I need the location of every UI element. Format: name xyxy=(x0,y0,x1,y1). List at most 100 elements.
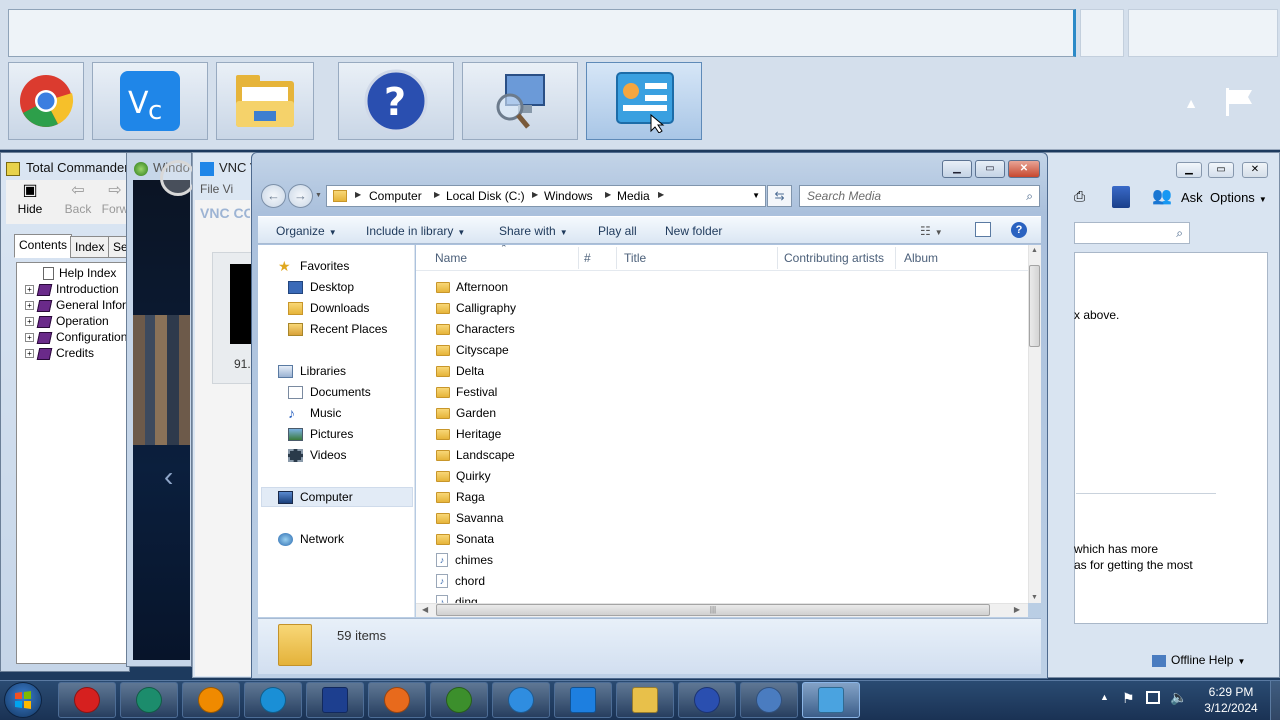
search-input[interactable]: Search Media xyxy=(807,189,881,203)
print-icon[interactable]: ⎙ xyxy=(1074,188,1094,208)
folder-row[interactable]: Raga xyxy=(436,487,485,507)
preview-tile-control[interactable] xyxy=(586,62,702,140)
scroll-right-icon[interactable]: ▶ xyxy=(1014,605,1020,614)
taskbar-button-save[interactable] xyxy=(306,682,364,718)
search-icon[interactable]: ⌕ xyxy=(1176,226,1183,241)
network-status-icon[interactable] xyxy=(1146,691,1160,704)
scroll-down-icon[interactable]: ▼ xyxy=(1031,594,1038,601)
play-all-button[interactable]: Play all xyxy=(598,224,637,238)
column-divider[interactable] xyxy=(616,247,617,269)
taskbar-button-opera[interactable] xyxy=(58,682,116,718)
organize-menu[interactable]: Organize ▼ xyxy=(276,224,337,238)
tree-item-credits[interactable]: + Credits xyxy=(25,346,94,362)
system-clock[interactable]: 6:29 PM 3/12/2024 xyxy=(1194,684,1268,718)
folder-row[interactable]: Savanna xyxy=(436,508,503,528)
tab-contents[interactable]: Contents xyxy=(14,234,73,258)
folder-row[interactable]: Calligraphy xyxy=(436,298,516,318)
breadcrumb-local-disk[interactable]: Local Disk (C:) xyxy=(446,189,525,203)
taskbar-button-help[interactable] xyxy=(678,682,736,718)
taskbar-button-edge[interactable] xyxy=(244,682,302,718)
taskbar-button-remote[interactable] xyxy=(740,682,798,718)
nav-documents[interactable]: Documents xyxy=(288,383,371,401)
help-search-input[interactable]: ⌕ xyxy=(1074,222,1190,244)
taskbar-button-explorer[interactable] xyxy=(616,682,674,718)
vnc-menu-bar[interactable]: File Vi xyxy=(200,182,254,198)
folder-row[interactable]: Quirky xyxy=(436,466,491,486)
nav-downloads[interactable]: Downloads xyxy=(288,299,369,317)
view-options-icon[interactable]: ☷ ▼ xyxy=(920,224,943,238)
breadcrumb-windows[interactable]: Windows xyxy=(544,189,593,203)
preview-pane-icon[interactable] xyxy=(975,222,991,237)
minimize-button[interactable]: ▁ xyxy=(942,160,972,178)
taskbar-button-firefox[interactable] xyxy=(368,682,426,718)
expand-icon[interactable]: + xyxy=(25,285,34,295)
folder-row[interactable]: Garden xyxy=(436,403,496,423)
breadcrumb-separator-icon[interactable]: ▶ xyxy=(355,190,361,199)
share-with-menu[interactable]: Share with ▼ xyxy=(499,224,568,238)
ask-button[interactable]: Ask xyxy=(1181,190,1207,206)
audio-file-row[interactable]: ♪ ding xyxy=(436,592,478,603)
column-name[interactable]: Name xyxy=(435,251,467,265)
preview-tile-explorer[interactable] xyxy=(216,62,314,140)
folder-row[interactable]: Cityscape xyxy=(436,340,509,360)
column-number[interactable]: # xyxy=(584,251,591,265)
search-box[interactable]: Search Media ⌕ xyxy=(799,185,1040,207)
column-divider[interactable] xyxy=(895,247,896,269)
nav-computer[interactable]: Computer xyxy=(278,488,353,506)
show-desktop-button[interactable] xyxy=(1270,681,1280,720)
include-in-library-menu[interactable]: Include in library ▼ xyxy=(366,224,465,238)
nav-network[interactable]: Network xyxy=(278,530,344,548)
audio-file-row[interactable]: ♪ chimes xyxy=(436,550,493,570)
action-center-flag-icon[interactable]: ⚑ xyxy=(1122,690,1135,707)
forward-arrow-icon[interactable]: → xyxy=(288,184,313,208)
show-hidden-icons-icon[interactable]: ▲ xyxy=(1100,692,1109,702)
scroll-up-icon[interactable]: ▲ xyxy=(1031,247,1038,254)
options-button[interactable]: Options ▼ xyxy=(1210,190,1270,206)
tree-item-general[interactable]: +General Inform xyxy=(25,298,127,314)
folder-row[interactable]: Heritage xyxy=(436,424,501,444)
close-button[interactable]: ✕ xyxy=(1242,162,1268,178)
browse-help-icon[interactable] xyxy=(1112,186,1130,208)
folder-row[interactable]: Festival xyxy=(436,382,497,402)
folder-row[interactable]: Sonata xyxy=(436,529,494,549)
scroll-left-icon[interactable]: ◀ xyxy=(422,605,428,614)
folder-row[interactable]: Landscape xyxy=(436,445,515,465)
folder-row[interactable]: Delta xyxy=(436,361,484,381)
column-album[interactable]: Album xyxy=(904,251,938,265)
preview-tile-vnc[interactable]: Vc xyxy=(92,62,208,140)
taskbar-button-vnc[interactable] xyxy=(554,682,612,718)
maximize-button[interactable]: ▭ xyxy=(975,160,1005,178)
tree-item-configuration[interactable]: + Configuration xyxy=(25,330,127,346)
taskbar-button-windows[interactable] xyxy=(430,682,488,718)
address-bar[interactable]: ▶ Computer ▶ Local Disk (C:) ▶ Windows ▶… xyxy=(326,185,766,207)
chevron-up-icon[interactable]: ▲ xyxy=(1180,95,1202,111)
new-folder-button[interactable]: New folder xyxy=(665,224,722,238)
audio-file-row[interactable]: ♪ chord xyxy=(436,571,485,591)
back-arrow-icon[interactable]: ← xyxy=(261,184,286,208)
preview-tile-remote[interactable] xyxy=(462,62,578,140)
help-icon[interactable]: ? xyxy=(1011,222,1027,238)
breadcrumb-media[interactable]: Media xyxy=(617,189,650,203)
column-divider[interactable] xyxy=(578,247,579,269)
horizontal-scroll-thumb[interactable]: ||| xyxy=(436,604,990,616)
folder-row[interactable]: Afternoon xyxy=(436,277,508,297)
recent-pages-dropdown-icon[interactable]: ▼ xyxy=(315,192,322,199)
nav-libraries[interactable]: Libraries xyxy=(278,362,346,380)
tab-index[interactable]: Index xyxy=(70,236,110,258)
taskbar-button-control[interactable] xyxy=(802,682,860,718)
expand-icon[interactable]: + xyxy=(25,301,34,311)
breadcrumb-separator-icon[interactable]: ▶ xyxy=(658,190,664,199)
tree-item-operation[interactable]: + Operation xyxy=(25,314,109,330)
chevron-left-icon[interactable]: ‹ xyxy=(164,462,186,492)
expand-icon[interactable]: + xyxy=(25,349,34,359)
nav-recent-places[interactable]: Recent Places xyxy=(288,320,387,338)
nav-videos[interactable]: Videos xyxy=(288,446,346,464)
offline-help-button[interactable]: Offline Help ▼ xyxy=(1152,653,1262,669)
column-divider[interactable] xyxy=(777,247,778,269)
refresh-button[interactable]: ⇆ xyxy=(767,185,792,207)
preview-input-field[interactable] xyxy=(8,9,1076,57)
column-contributing-artists[interactable]: Contributing artists xyxy=(784,251,884,265)
flag-icon[interactable] xyxy=(1222,86,1256,118)
breadcrumb-separator-icon[interactable]: ▶ xyxy=(532,190,538,199)
column-title[interactable]: Title xyxy=(624,251,646,265)
